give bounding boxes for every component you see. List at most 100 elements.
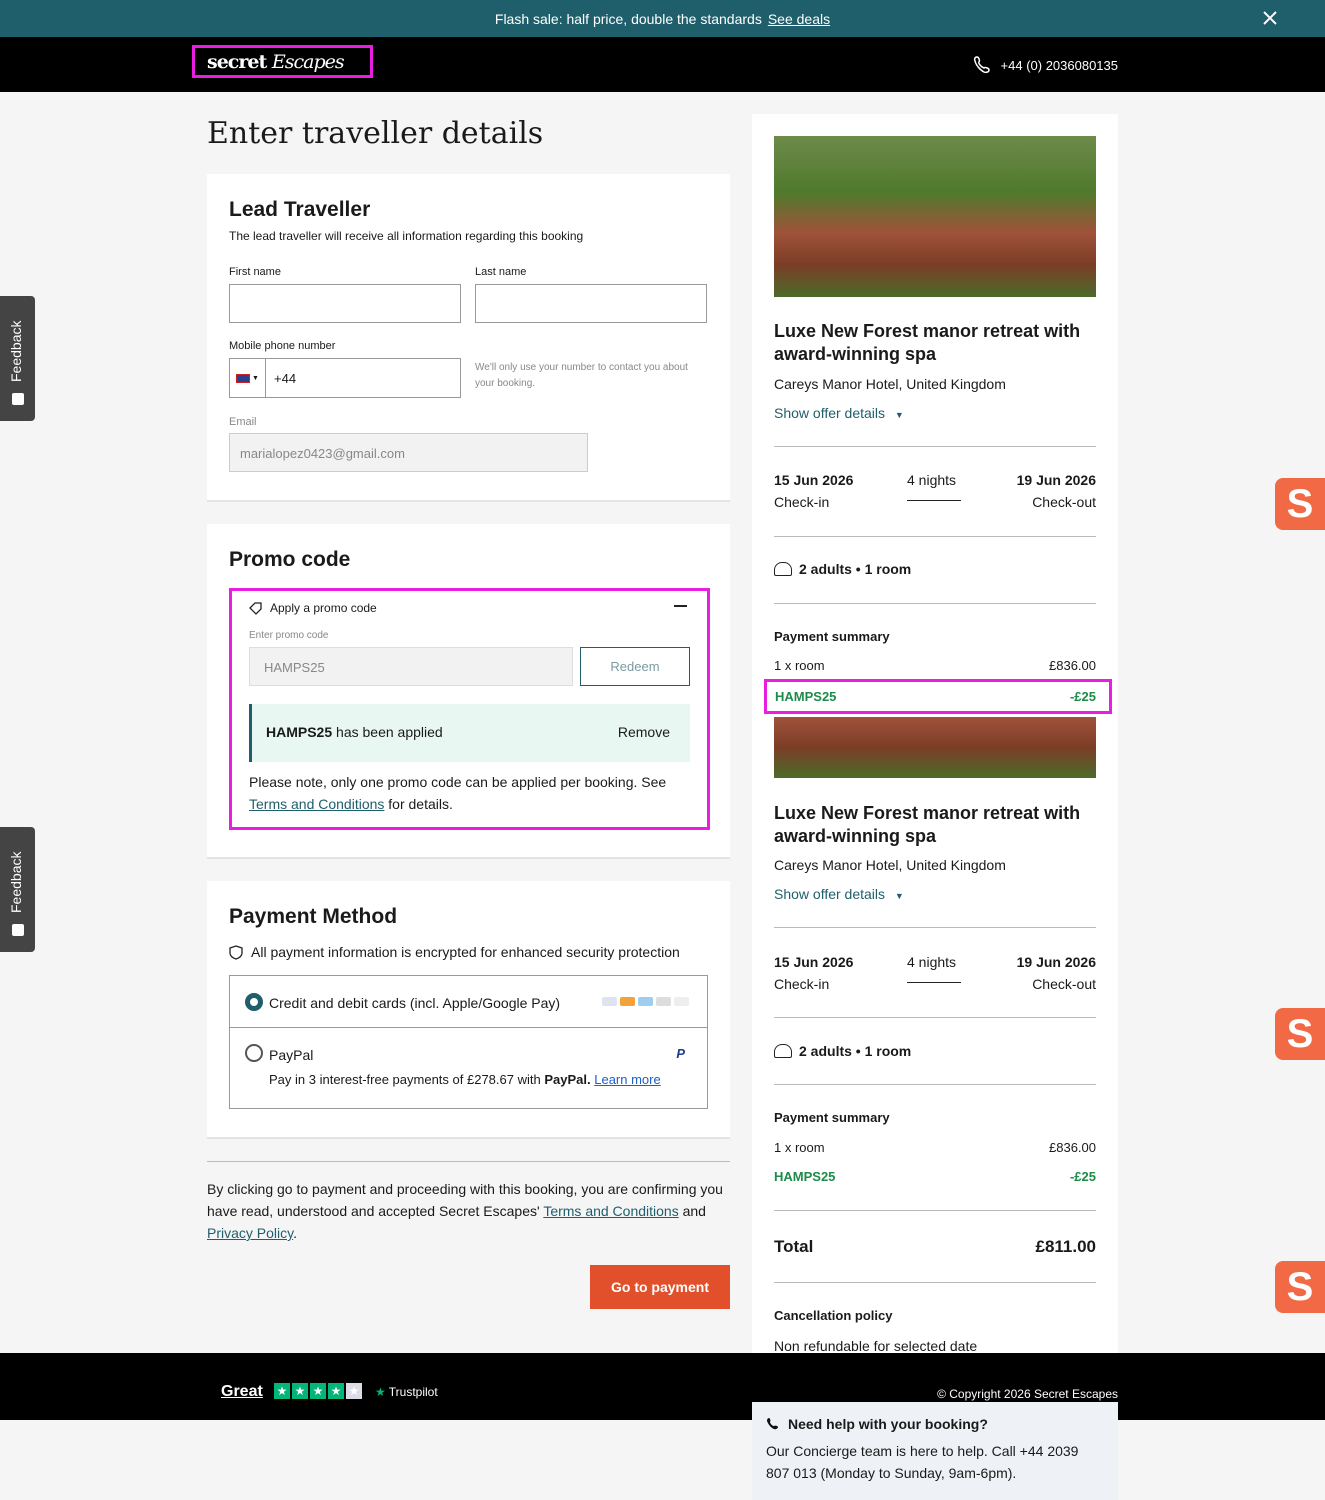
email-input[interactable]: marialopez0423@gmail.com xyxy=(229,433,588,472)
tag-icon xyxy=(249,601,262,615)
paypal-bold: PayPal. xyxy=(544,1072,591,1087)
checkin-date: 15 Jun 2026 xyxy=(774,954,854,970)
consent-end: . xyxy=(293,1225,297,1241)
promo-code-card: Promo code Apply a promo code Enter prom… xyxy=(207,524,730,859)
learn-more-link[interactable]: Learn more xyxy=(594,1072,660,1087)
star-icon: ★ xyxy=(274,1383,290,1399)
promo-input[interactable]: HAMPS25 xyxy=(249,647,573,686)
promo-discount-line: HAMPS25 -£25 xyxy=(764,679,1112,714)
last-name-input[interactable] xyxy=(475,284,707,323)
lead-traveller-title: Lead Traveller xyxy=(229,198,371,221)
guests-text: 2 adults • 1 room xyxy=(799,1043,912,1059)
phone-label: Mobile phone number xyxy=(229,340,336,352)
country-selector[interactable]: ▼ xyxy=(230,359,266,397)
consent-terms-link[interactable]: Terms and Conditions xyxy=(543,1203,678,1219)
cancellation-title: Cancellation policy xyxy=(774,1308,893,1323)
feedback-tab[interactable]: Feedback xyxy=(0,296,35,421)
divider xyxy=(774,1210,1096,1211)
caret-down-icon: ▼ xyxy=(894,410,904,420)
caret-down-icon: ▼ xyxy=(894,891,904,901)
phone-note: We'll only use your number to contact yo… xyxy=(475,362,688,389)
first-name-input[interactable] xyxy=(229,284,461,323)
divider xyxy=(774,603,1096,604)
checkout-label: Check-out xyxy=(1032,494,1096,510)
trustpilot-star-icon: ★ xyxy=(375,1385,386,1399)
privacy-policy-link[interactable]: Privacy Policy xyxy=(207,1225,293,1241)
guests-text: 2 adults • 1 room xyxy=(799,561,912,577)
show-offer-details[interactable]: Show offer details ▼ xyxy=(774,886,1096,902)
guests-summary: 2 adults • 1 room xyxy=(774,561,1096,577)
cancellation-text: Non refundable for selected date xyxy=(774,1338,978,1354)
paypal-note: Pay in 3 interest-free payments of £278.… xyxy=(269,1072,661,1087)
room-label: 1 x room xyxy=(774,1140,825,1155)
total-line: Total £811.00 xyxy=(774,1237,1096,1259)
payment-method-card: Payment Method All payment information i… xyxy=(207,881,730,1139)
show-offer-details[interactable]: Show offer details ▼ xyxy=(774,405,1096,421)
copyright: © Copyright 2026 Secret Escapes xyxy=(937,1387,1118,1401)
trustpilot-stars: ★ ★ ★ ★ ★ xyxy=(274,1383,362,1399)
promo-note: Please note, only one promo code can be … xyxy=(249,771,689,815)
trustpilot-rating[interactable]: Great xyxy=(221,1383,263,1401)
people-icon xyxy=(774,1044,792,1058)
divider xyxy=(774,1084,1096,1085)
s-widget-icon[interactable]: S xyxy=(1275,478,1325,530)
s-widget-icon[interactable]: S xyxy=(1275,1008,1325,1060)
payment-summary-title: Payment summary xyxy=(774,1110,890,1125)
site-footer: Great ★ ★ ★ ★ ★ ★ Trustpilot © Copyright … xyxy=(0,1353,1325,1420)
checkout-date: 19 Jun 2026 xyxy=(1016,954,1096,970)
paypal-radio[interactable] xyxy=(245,1044,263,1062)
email-label: Email xyxy=(229,416,257,428)
phone-input[interactable]: ▼ +44 xyxy=(229,358,461,398)
banner-text: Flash sale: half price, double the stand… xyxy=(494,10,762,27)
security-text: All payment information is encrypted for… xyxy=(251,944,680,960)
secret-escapes-logo[interactable]: secret Escapes xyxy=(192,45,373,78)
lead-traveller-subtitle: The lead traveller will receive all info… xyxy=(229,229,584,243)
remove-promo-button[interactable]: Remove xyxy=(618,724,670,740)
phone-icon xyxy=(767,1418,778,1430)
lead-traveller-card: Lead Traveller The lead traveller will r… xyxy=(207,174,730,502)
terms-link[interactable]: Terms and Conditions xyxy=(249,796,384,812)
paypal-option[interactable]: PayPal P Pay in 3 interest-free payments… xyxy=(230,1028,707,1108)
stay-dates: 15 Jun 2026 Check-in 4 nights 19 Jun 202… xyxy=(774,472,1096,512)
arrow-right-icon xyxy=(907,982,961,983)
card-radio[interactable] xyxy=(245,993,263,1011)
checkin-label: Check-in xyxy=(774,494,830,510)
hotel-image xyxy=(774,717,1096,778)
see-deals-link[interactable]: See deals xyxy=(768,11,830,27)
google-pay-icon xyxy=(674,997,689,1006)
payment-summary-title: Payment summary xyxy=(774,629,890,644)
phone-contact[interactable]: +44 (0) 2036080135 xyxy=(973,55,1118,75)
divider xyxy=(774,927,1096,928)
flash-sale-banner: Flash sale: half price, double the stand… xyxy=(0,0,1325,37)
trustpilot-logo: ★ Trustpilot xyxy=(375,1385,438,1399)
chevron-down-icon: ▼ xyxy=(252,374,259,382)
promo-note-text: Please note, only one promo code can be … xyxy=(249,774,667,790)
paypal-note-text: Pay in 3 interest-free payments of £278.… xyxy=(269,1072,541,1087)
promo-toggle[interactable]: Apply a promo code xyxy=(249,601,377,615)
promo-toggle-label: Apply a promo code xyxy=(270,601,377,615)
redeem-button[interactable]: Redeem xyxy=(580,647,690,686)
promo-discount-line: HAMPS25 -£25 xyxy=(774,1169,1096,1187)
card-option[interactable]: Credit and debit cards (incl. Apple/Goog… xyxy=(230,976,707,1028)
close-icon[interactable] xyxy=(1261,9,1279,27)
amex-icon xyxy=(638,997,653,1006)
mastercard-icon xyxy=(620,997,635,1006)
divider xyxy=(774,446,1096,447)
room-price: £836.00 xyxy=(1049,1140,1096,1155)
promo-applied-text: HAMPS25 has been applied xyxy=(266,724,443,740)
booking-summary: Luxe New Forest manor retreat with award… xyxy=(752,114,1118,1378)
help-title-text: Need help with your booking? xyxy=(788,1416,988,1432)
collapse-icon[interactable] xyxy=(674,605,687,607)
room-line: 1 x room £836.00 xyxy=(774,1140,1096,1158)
phone-icon xyxy=(973,56,990,74)
shield-icon xyxy=(229,944,243,960)
feedback-tab[interactable]: Feedback xyxy=(0,827,35,952)
go-to-payment-button[interactable]: Go to payment xyxy=(590,1265,730,1309)
s-widget-icon[interactable]: S xyxy=(1275,1261,1325,1313)
star-icon: ★ xyxy=(310,1383,326,1399)
phone-code: +44 xyxy=(274,371,297,386)
total-label: Total xyxy=(774,1237,814,1256)
applied-code: HAMPS25 xyxy=(266,724,333,740)
site-header: secret Escapes +44 (0) 2036080135 xyxy=(0,37,1325,92)
promo-panel: Apply a promo code Enter promo code HAMP… xyxy=(229,588,710,830)
